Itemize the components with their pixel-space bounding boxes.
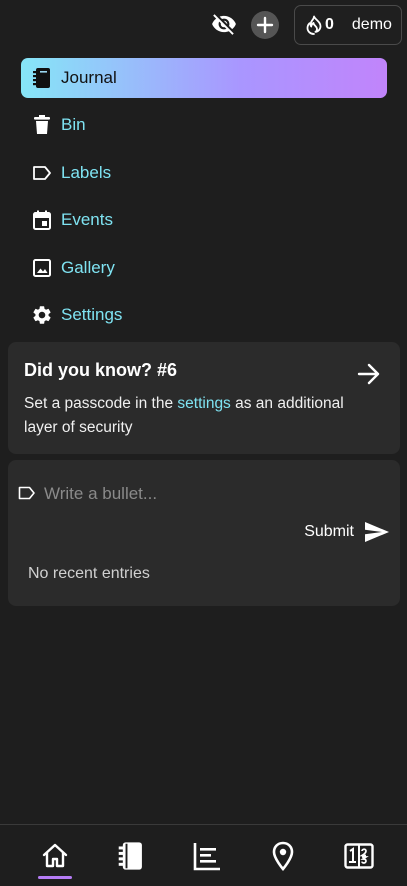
nav-item-label: Gallery (61, 257, 115, 277)
plus-icon (256, 16, 274, 34)
nav-item-label: Events (61, 210, 113, 230)
label-icon (31, 162, 53, 184)
home-icon (42, 843, 68, 868)
calendar-icon (31, 209, 53, 231)
nav-item-label: Labels (61, 162, 112, 182)
main-nav: Journal Bin Labels Events Gallery Settin… (21, 58, 387, 342)
bottom-nav-timeline[interactable] (190, 839, 224, 873)
nav-item-labels[interactable]: Labels (21, 153, 387, 193)
tip-text: Set a passcode in the (24, 395, 178, 412)
location-icon (272, 841, 294, 871)
bottom-nav-map[interactable] (266, 839, 300, 873)
hide-content-button[interactable] (210, 10, 238, 38)
journal-icon (118, 842, 142, 870)
image-icon (31, 257, 53, 279)
settings-link[interactable]: settings (177, 395, 230, 412)
journal-icon (31, 67, 53, 89)
nav-item-bin[interactable]: Bin (21, 105, 387, 145)
bin-icon (31, 114, 53, 136)
empty-state-text: No recent entries (28, 565, 150, 582)
submit-button[interactable]: Submit (304, 518, 390, 546)
bottom-nav-stats[interactable] (342, 839, 376, 873)
next-tip-button[interactable] (356, 362, 382, 386)
eye-off-icon (212, 14, 236, 35)
flame-icon (305, 15, 323, 35)
user-menu-button[interactable]: 0 demo (294, 5, 402, 45)
top-bar: 0 demo (0, 0, 407, 50)
active-tab-indicator (38, 876, 72, 879)
nav-item-label: Settings (61, 304, 123, 324)
nav-item-settings[interactable]: Settings (21, 295, 387, 335)
nav-item-events[interactable]: Events (21, 200, 387, 240)
add-button[interactable] (251, 11, 279, 39)
nav-item-label: Journal (61, 68, 117, 87)
send-icon (365, 522, 389, 542)
tip-title: Did you know? #6 (24, 360, 178, 380)
gear-icon (31, 304, 53, 326)
label-icon[interactable] (18, 486, 36, 502)
nav-item-journal[interactable]: Journal (21, 58, 387, 98)
streak-count: 0 (325, 16, 334, 33)
entry-card: Submit No recent entries (8, 460, 400, 606)
tip-card: Did you know? #6 Set a passcode in the s… (8, 342, 400, 454)
nav-item-gallery[interactable]: Gallery (21, 248, 387, 288)
tip-body: Set a passcode in the settings as an add… (24, 392, 374, 440)
nav-item-label: Bin (61, 115, 86, 135)
username: demo (351, 16, 392, 33)
bottom-nav-journal[interactable] (114, 839, 148, 873)
bullet-input[interactable] (44, 480, 384, 508)
bottom-nav (0, 824, 407, 886)
timeline-icon (193, 843, 220, 871)
arrow-right-icon (357, 363, 380, 385)
number-icon (344, 843, 374, 869)
bottom-nav-home[interactable] (38, 839, 72, 873)
submit-label: Submit (304, 523, 354, 540)
